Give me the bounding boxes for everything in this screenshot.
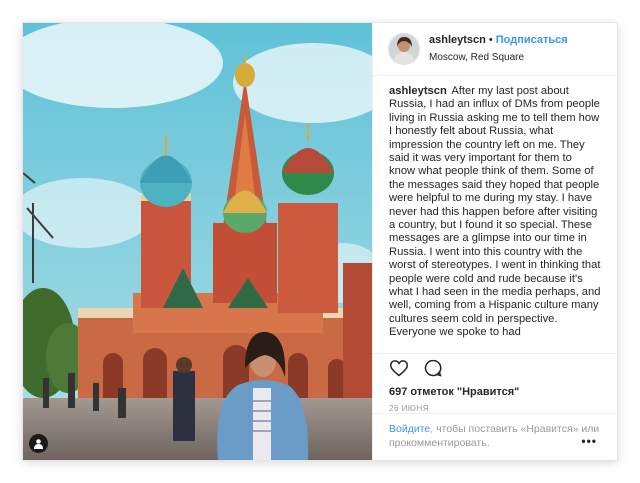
header-top-line: ashleytscn • Подписаться xyxy=(429,33,568,48)
separator-dot: • xyxy=(488,33,493,46)
post-photo[interactable] xyxy=(23,23,372,460)
header-text: ashleytscn • Подписаться Moscow, Red Squar… xyxy=(429,33,568,65)
caption-area[interactable]: ashleytscn After my last post about Russ… xyxy=(373,76,617,354)
person-icon xyxy=(34,439,43,449)
post-sidebar: ashleytscn • Подписаться Moscow, Red Squar… xyxy=(372,23,617,460)
login-link[interactable]: Войдите xyxy=(389,423,430,435)
user-tag-icon[interactable] xyxy=(29,434,48,453)
instagram-post-card: ashleytscn • Подписаться Moscow, Red Squar… xyxy=(23,23,617,460)
avatar-image xyxy=(389,33,419,64)
likes-count[interactable]: 697 отметок "Нравится" xyxy=(373,386,617,398)
follow-button[interactable]: Подписаться xyxy=(496,34,568,46)
red-square-photo xyxy=(23,23,372,460)
post-date: 26 июня xyxy=(389,404,430,414)
action-bar xyxy=(373,356,617,385)
heart-icon[interactable] xyxy=(389,358,409,383)
more-options-icon[interactable]: ••• xyxy=(581,434,597,448)
comment-icon[interactable] xyxy=(423,358,443,383)
avatar[interactable] xyxy=(389,33,419,64)
username-link[interactable]: ashleytscn xyxy=(429,34,486,46)
caption-username[interactable]: ashleytscn xyxy=(389,85,447,97)
location-link[interactable]: Moscow, Red Square xyxy=(429,50,568,65)
caption-text: After my last post about Russia, I had a… xyxy=(389,84,601,339)
post-header: ashleytscn • Подписаться Moscow, Red Squar… xyxy=(373,23,617,76)
login-prompt: Войдите, чтобы поставить «Нравится» или … xyxy=(373,413,617,460)
